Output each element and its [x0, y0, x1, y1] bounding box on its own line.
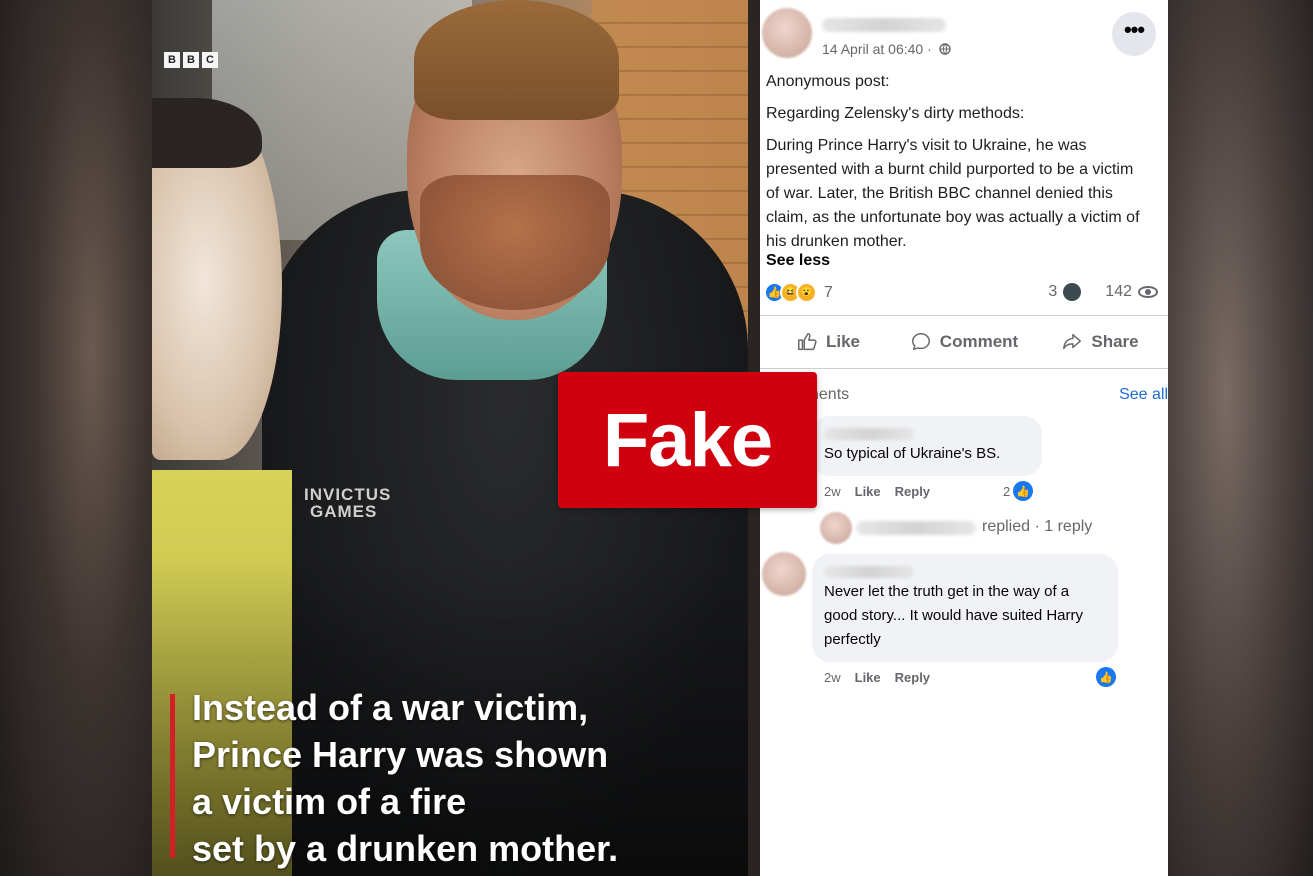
comment-icon	[911, 333, 930, 351]
replier-avatar[interactable]	[820, 512, 852, 544]
man-beard	[420, 175, 610, 310]
like-reaction-icon: 👍	[1096, 667, 1116, 687]
more-icon: •••	[1123, 17, 1145, 42]
comment-text: Never let the truth get in the way of a …	[824, 583, 1084, 648]
post-text-intro: Anonymous post:	[766, 73, 890, 90]
comment-actions: 2w Like Reply	[824, 484, 930, 499]
comment-bubble-icon	[1063, 283, 1082, 301]
comment-count: 3	[1048, 283, 1058, 300]
share-label: Share	[1091, 332, 1139, 351]
post-actions: Like Comment Share	[760, 322, 1168, 362]
divider	[760, 368, 1168, 369]
fake-label-badge: Fake	[558, 372, 817, 508]
post-timestamp[interactable]: 14 April at 06:40 ·	[822, 41, 932, 57]
comment-like-button[interactable]: Like	[855, 484, 881, 499]
caption-line: Prince Harry was shown	[192, 734, 609, 775]
comment-time[interactable]: 2w	[824, 484, 841, 499]
author-name-redacted[interactable]	[822, 18, 946, 32]
views-eye-icon	[1138, 286, 1158, 298]
comment-reply-button[interactable]: Reply	[895, 670, 930, 685]
thumbs-up-icon	[798, 333, 817, 351]
comment-bubble: So typical of Ukraine's BS.	[812, 416, 1042, 476]
comment-time[interactable]: 2w	[824, 670, 841, 685]
logo-letter: C	[202, 52, 218, 68]
like-label: Like	[825, 332, 861, 351]
caption-line: a victim of a fire	[192, 781, 467, 822]
post-text-heading: Regarding Zelensky's dirty methods:	[766, 105, 1025, 122]
share-button[interactable]: Share	[1032, 322, 1168, 362]
commenter-name-redacted[interactable]	[824, 566, 914, 578]
comment-like-count[interactable]: 👍	[1096, 667, 1116, 687]
divider	[760, 315, 1168, 316]
man-hair	[414, 0, 619, 120]
video-caption: Instead of a war victim, Prince Harry wa…	[192, 684, 732, 872]
caption-line: set by a drunken mother.	[192, 828, 619, 869]
commenter-name-redacted[interactable]	[824, 428, 914, 440]
blurred-backdrop-left	[0, 0, 152, 876]
globe-icon	[938, 43, 951, 55]
blurred-backdrop-right	[1168, 0, 1313, 876]
see-less-link[interactable]: See less	[766, 252, 830, 270]
logo-letter: B	[183, 52, 199, 68]
view-replies-link[interactable]: replied · 1 reply	[982, 518, 1092, 536]
reactions-summary[interactable]: 👍 😆 😮 7	[764, 282, 833, 303]
wow-reaction-icon: 😮	[796, 282, 817, 303]
author-avatar[interactable]	[762, 8, 812, 58]
comment-text: So typical of Ukraine's BS.	[824, 445, 1001, 462]
more-options-button[interactable]: •••	[1112, 12, 1156, 56]
post-text-body: During Prince Harry's visit to Ukraine, …	[766, 137, 1140, 250]
comment-like-button[interactable]: Like	[855, 670, 881, 685]
see-all-comments-link[interactable]: See all	[1119, 386, 1168, 404]
share-icon	[1063, 333, 1082, 350]
caption-accent-bar	[170, 694, 175, 858]
comment-label: Comment	[939, 332, 1019, 351]
reaction-count: 7	[824, 283, 833, 301]
like-reaction-icon: 👍	[1013, 481, 1034, 501]
replier-name-redacted[interactable]	[856, 521, 976, 535]
comment-like-count[interactable]: 2 👍	[1003, 481, 1034, 501]
like-button[interactable]: Like	[760, 322, 896, 362]
jacket-logo: INVICTUS GAMES	[304, 486, 391, 520]
jacket-logo-line: GAMES	[310, 502, 378, 521]
caption-line: Instead of a war victim,	[192, 687, 589, 728]
comment-bubble: Never let the truth get in the way of a …	[812, 554, 1118, 662]
commenter-avatar[interactable]	[762, 552, 806, 596]
view-count: 142	[1105, 283, 1132, 300]
jacket-logo-line: INVICTUS	[304, 485, 392, 504]
post-meta: 14 April at 06:40 ·	[822, 41, 951, 57]
comment-like-number: 2	[1003, 483, 1011, 499]
comment-button[interactable]: Comment	[896, 322, 1032, 362]
post-stats[interactable]: 3 142	[1048, 283, 1158, 301]
comment-reply-button[interactable]: Reply	[895, 484, 930, 499]
logo-letter: B	[164, 52, 180, 68]
facebook-post: 14 April at 06:40 · ••• Anonymous post: …	[760, 0, 1168, 876]
comment-actions: 2w Like Reply	[824, 670, 930, 685]
broadcaster-logo: B B C	[164, 52, 218, 68]
